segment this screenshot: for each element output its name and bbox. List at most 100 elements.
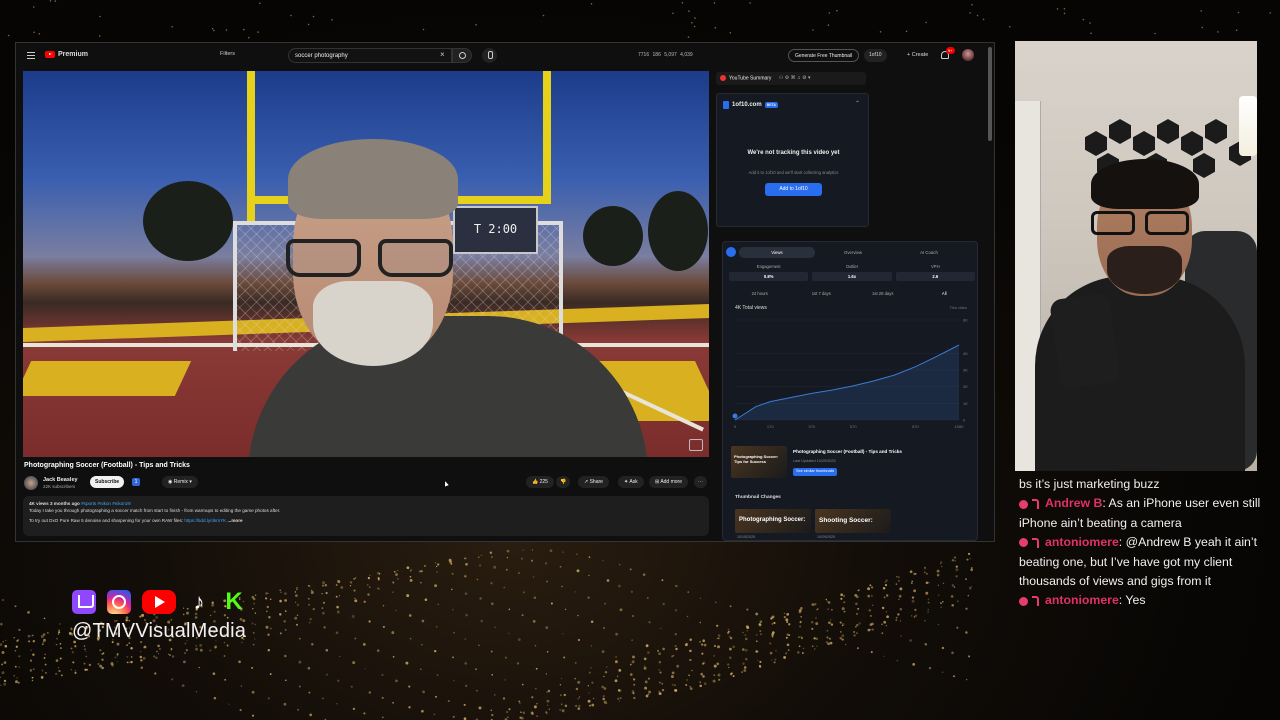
- channel-name[interactable]: Jack Beasley: [43, 477, 78, 483]
- more-actions-icon[interactable]: ⋯: [694, 476, 707, 488]
- not-tracking-subtext: Add it to 1of10 and we'll start collecti…: [748, 170, 839, 175]
- analytics-icon: [726, 247, 736, 257]
- tiktok-icon: ♪: [193, 589, 205, 614]
- beta-badge: BETA: [764, 102, 778, 108]
- range-7d[interactable]: 1st 7 days: [791, 291, 853, 296]
- summary-icon: [720, 75, 726, 81]
- chat-message: antoniomere: @Andrew B yeah it ain’t bea…: [1019, 535, 1258, 589]
- see-similar-button[interactable]: See similar thumbnails: [793, 468, 838, 476]
- x-tick-label: 0: [734, 424, 737, 429]
- create-button[interactable]: + Create: [902, 49, 933, 62]
- card-title: 1of10.com: [732, 102, 762, 108]
- microphone: [1049, 292, 1121, 390]
- add-to-1of10-button[interactable]: Add to 1of10: [765, 183, 822, 196]
- youtube-logo[interactable]: Premium: [45, 51, 88, 58]
- x-tick-label: 1080: [955, 424, 965, 429]
- account-avatar[interactable]: [962, 49, 974, 61]
- like-count: 225: [539, 479, 548, 485]
- video-settings-icon[interactable]: [689, 439, 703, 451]
- views-chart: 0 1K 2K 3K 4K 6K 0 170 370 570 870 1080: [732, 318, 968, 429]
- tab-views[interactable]: Views: [739, 247, 815, 258]
- collapse-icon[interactable]: ⌃: [855, 100, 860, 107]
- instagram-icon: [107, 590, 131, 614]
- x-tick-label: 870: [912, 424, 919, 429]
- user-badge-icon: [1019, 499, 1028, 509]
- thumbnail-video-title: Photographing Soccer (Football) - Tips a…: [793, 449, 902, 454]
- video-player[interactable]: T 2:00: [23, 71, 709, 457]
- stream-overlay: Premium Filters soccer photography × 771…: [0, 0, 1280, 720]
- subscribe-button[interactable]: Subscribe: [90, 476, 125, 488]
- tab-ai-coach[interactable]: AI Coach: [891, 247, 967, 258]
- description-link[interactable]: https://tidd.ly/4kmYK: [184, 518, 226, 523]
- tab-overview[interactable]: Overview: [815, 247, 891, 258]
- thumbnail-change-2[interactable]: Shooting Soccer:: [815, 509, 891, 533]
- youtube-summary-bar[interactable]: YouTube Summary ⚇ ⚙ ⌘ ♫ ⚙ ▾: [716, 72, 866, 85]
- add-more-label: Add more: [660, 479, 682, 485]
- y-tick-label: 1K: [963, 401, 968, 406]
- ask-label: Ask: [629, 479, 638, 485]
- search-input[interactable]: soccer photography: [288, 48, 452, 63]
- chart-legend: This video: [949, 306, 967, 310]
- metric-vph: VPH 2.6: [895, 264, 975, 281]
- chat-message: Andrew B: As an iPhone user even still i…: [1019, 496, 1261, 530]
- browser-window: Premium Filters soccer photography × 771…: [15, 42, 995, 542]
- webcam-feed: [1015, 41, 1257, 471]
- chat-message: bs it’s just marketing buzz: [1019, 477, 1160, 491]
- description-line: Today I take you through photographing a…: [29, 508, 281, 514]
- channel-avatar[interactable]: [24, 476, 38, 490]
- series-start-marker: [732, 413, 738, 419]
- ask-button[interactable]: ✦ Ask: [618, 476, 644, 488]
- clear-search-icon[interactable]: ×: [440, 50, 445, 59]
- generate-thumbnail-button[interactable]: Generate Free Thumbnail: [788, 49, 860, 62]
- range-24h[interactable]: 24 hours: [729, 291, 791, 296]
- presenter: [228, 131, 648, 457]
- thumbnail-change-date-1: 10/15/2025: [737, 535, 755, 539]
- filters-button[interactable]: Filters: [220, 51, 235, 57]
- time-range-selector: 24 hours 1st 7 days 1st 28 days All: [729, 291, 975, 296]
- youtube-icon: [142, 590, 176, 614]
- share-button[interactable]: ↗ Share: [578, 476, 609, 488]
- menu-icon[interactable]: [27, 52, 35, 59]
- tenof10-button[interactable]: 1of10: [864, 49, 887, 62]
- search-button[interactable]: [452, 48, 472, 63]
- thumbnail-change-date-2: 10/29/2025: [817, 535, 835, 539]
- share-label: Share: [589, 479, 603, 485]
- header-stats: 7716 186 5,097 4,039: [638, 52, 693, 58]
- tiktok-badge-icon: [1032, 537, 1039, 548]
- metrics-row: Engagement 0.8% Outlier 1.6x VPH 2.6: [729, 264, 975, 281]
- analytics-card: Views Overview AI Coach Engagement 0.8% O…: [722, 241, 978, 541]
- range-all[interactable]: All: [914, 291, 976, 296]
- y-tick-label: 6K: [963, 318, 968, 323]
- thumbnail-change-1[interactable]: Photographing Soccer:: [735, 509, 811, 533]
- description-line: To try out DxO Pure Raw 5 denoise and sh…: [29, 517, 184, 523]
- chat-username: Andrew B: [1045, 496, 1103, 511]
- range-28d[interactable]: 1st 28 days: [852, 291, 914, 296]
- show-more-link[interactable]: ...more: [227, 518, 242, 523]
- like-button[interactable]: 👍 225: [526, 476, 554, 488]
- user-badge-icon: [1019, 596, 1028, 606]
- scrollbar[interactable]: [988, 47, 992, 141]
- channel-bell-icon[interactable]: 1: [132, 478, 140, 486]
- chart-header[interactable]: 4K Total views: [735, 305, 767, 311]
- tiktok-badge-icon: [1032, 499, 1039, 510]
- add-more-button[interactable]: ⊞ Add more: [649, 476, 688, 488]
- remix-button[interactable]: ◉ Remix ▾: [162, 476, 198, 488]
- video-description[interactable]: 4K views 3 months ago #sports #nikon #ni…: [23, 496, 709, 536]
- channel-subscribers: 22K subscribers: [43, 484, 76, 489]
- dislike-button[interactable]: 👎: [556, 476, 571, 488]
- view-meta: 4K views 3 months ago: [29, 501, 80, 506]
- thumbnail-updated-date: Last Updated 10/29/2025: [793, 459, 836, 463]
- current-thumbnail[interactable]: Photographing Soccer: Tips for Success: [731, 446, 787, 478]
- hashtags[interactable]: #sports #nikon #nikonz9: [81, 501, 131, 506]
- create-label: Create: [911, 52, 929, 58]
- y-tick-label: 4K: [963, 351, 968, 356]
- y-tick-label: 0: [963, 418, 966, 423]
- remix-label: Remix: [173, 479, 188, 485]
- current-thumbnail-row: Photographing Soccer: Tips for Success P…: [731, 446, 971, 482]
- tiktok-badge-icon: [1032, 596, 1039, 607]
- voice-search-icon[interactable]: [482, 48, 497, 63]
- x-tick-label: 170: [767, 424, 774, 429]
- tenof10-card: 1of10.com BETA ⌃ We're not tracking this …: [716, 93, 869, 227]
- x-tick-label: 370: [808, 424, 815, 429]
- kick-icon: K: [225, 588, 243, 615]
